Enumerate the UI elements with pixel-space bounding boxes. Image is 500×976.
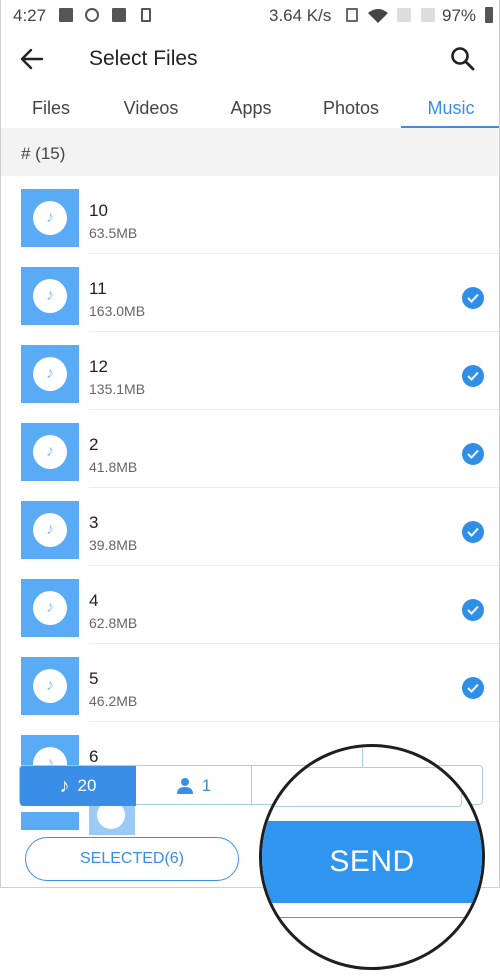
wifi-icon [368, 9, 388, 23]
file-size: 135.1MB [89, 381, 146, 397]
file-name: 3 [89, 513, 99, 532]
phone-download-icon [141, 8, 151, 22]
music-thumbnail: ♪ [21, 501, 79, 559]
file-size: 163.0MB [89, 303, 146, 319]
music-note-icon: ♪ [33, 591, 67, 625]
file-size: 63.5MB [89, 225, 138, 241]
divider [362, 747, 363, 767]
divider [262, 917, 482, 918]
network-rate: 3.64 K/s [269, 6, 332, 25]
status-time: 4:27 [13, 6, 47, 25]
image-icon [112, 8, 126, 22]
file-size: 62.8MB [89, 615, 138, 631]
checkmark-icon[interactable] [462, 677, 484, 699]
tab-videos[interactable]: Videos [101, 88, 201, 128]
selected-contacts-chip[interactable]: 1 [136, 766, 252, 806]
section-header: # (15) [1, 128, 499, 176]
music-note-icon: ♪ [33, 357, 67, 391]
app-bar: Select Files [1, 32, 499, 88]
file-name: 2 [89, 435, 99, 454]
contact-count: 1 [201, 776, 212, 795]
no-sim-icon [421, 8, 435, 22]
page-title: Select Files [89, 47, 198, 70]
list-item[interactable]: ♪ 10 63.5MB [1, 176, 499, 254]
search-icon[interactable] [449, 45, 477, 73]
music-note-icon: ♪ [59, 774, 70, 797]
send-button[interactable]: SEND [262, 821, 482, 903]
checkmark-icon[interactable] [462, 287, 484, 309]
screen-icon [59, 8, 73, 22]
magnifier-callout: SEND [259, 744, 485, 970]
selection-summary-bar-zoomed [262, 767, 462, 807]
list-item[interactable]: ♪ 11 163.0MB [1, 254, 499, 332]
file-name: 10 [89, 201, 108, 220]
file-name: 11 [89, 279, 107, 298]
tab-apps[interactable]: Apps [201, 88, 301, 128]
tab-music[interactable]: Music [401, 88, 499, 128]
file-name: 12 [89, 357, 108, 376]
status-bar: 4:27 3.64 K/s 97% [1, 0, 499, 32]
file-name: 6 [89, 747, 99, 766]
selected-music-chip[interactable]: ♪ 20 [20, 766, 136, 806]
list-item[interactable]: ♪ 12 135.1MB [1, 332, 499, 410]
checkmark-icon[interactable] [462, 365, 484, 387]
category-tabs: Files Videos Apps Photos Music [1, 88, 499, 128]
music-thumbnail [21, 812, 79, 830]
music-note-icon: ♪ [33, 513, 67, 547]
selected-button[interactable]: SELECTED(6) [25, 837, 239, 881]
music-count: 20 [77, 776, 97, 795]
music-thumbnail: ♪ [21, 657, 79, 715]
list-item[interactable]: ♪ 5 46.2MB [1, 644, 499, 722]
list-item[interactable]: ♪ 4 62.8MB [1, 566, 499, 644]
list-item[interactable]: ♪ 2 41.8MB [1, 410, 499, 488]
music-note-icon: ♪ [33, 201, 67, 235]
file-name: 5 [89, 669, 99, 688]
drag-ghost-thumbnail [89, 801, 135, 835]
person-icon [176, 778, 193, 794]
checkmark-icon[interactable] [462, 599, 484, 621]
file-size: 39.8MB [89, 537, 138, 553]
file-size: 46.2MB [89, 693, 138, 709]
no-sim-icon [397, 8, 411, 22]
file-name: 4 [89, 591, 99, 610]
battery-icon [485, 7, 493, 23]
music-thumbnail: ♪ [21, 345, 79, 403]
app-screen: 4:27 3.64 K/s 97% Select Files Files Vid… [0, 0, 500, 888]
music-thumbnail: ♪ [21, 267, 79, 325]
music-thumbnail: ♪ [21, 189, 79, 247]
tab-photos[interactable]: Photos [301, 88, 401, 128]
sync-icon [85, 8, 99, 22]
tab-files[interactable]: Files [1, 88, 101, 128]
music-note-icon: ♪ [33, 435, 67, 469]
vibrate-icon [346, 8, 358, 22]
music-thumbnail: ♪ [21, 423, 79, 481]
music-note-icon: ♪ [33, 669, 67, 703]
battery-percent: 97% [442, 6, 477, 25]
music-note-icon: ♪ [33, 279, 67, 313]
file-list: ♪ 10 63.5MB ♪ 11 163.0MB ♪ 12 135.1MB ♪ … [1, 176, 499, 800]
checkmark-icon[interactable] [462, 443, 484, 465]
music-thumbnail: ♪ [21, 579, 79, 637]
list-item[interactable]: ♪ 3 39.8MB [1, 488, 499, 566]
arrow-left-icon[interactable] [19, 46, 45, 72]
file-size: 41.8MB [89, 459, 138, 475]
checkmark-icon[interactable] [462, 521, 484, 543]
